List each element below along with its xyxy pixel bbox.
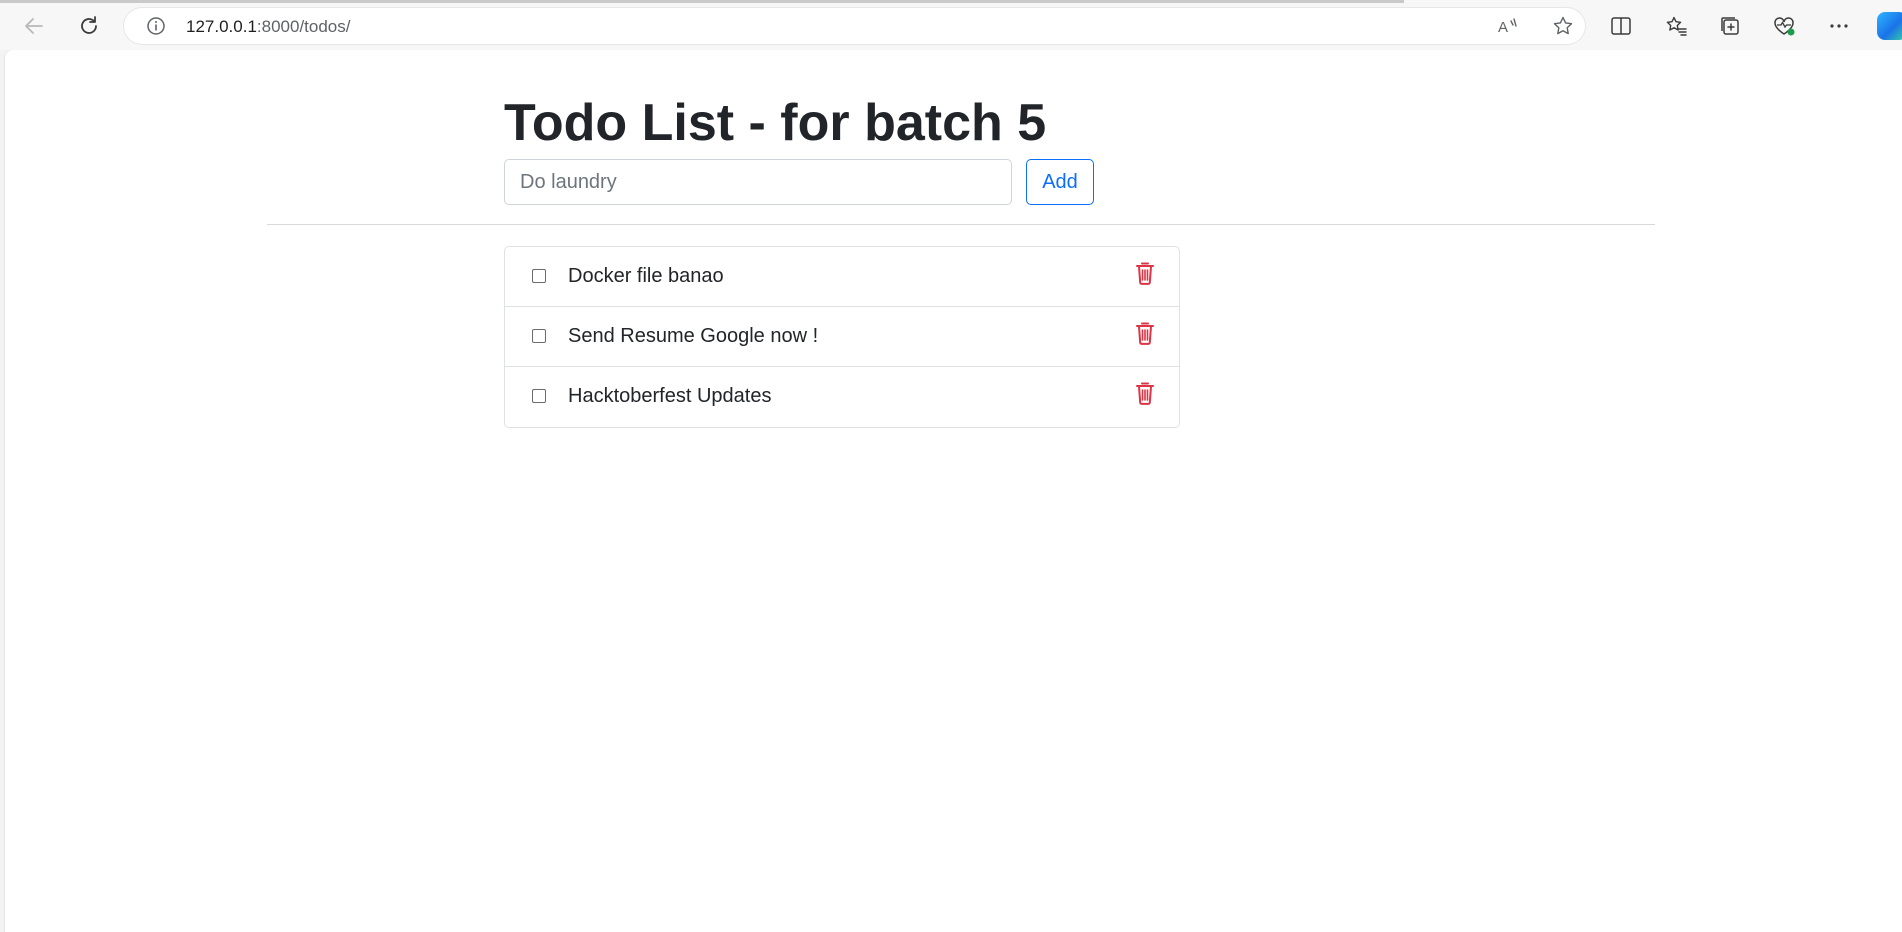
todo-list: Docker file banao Send Resume Google now… [504, 246, 1180, 428]
url-text[interactable]: 127.0.0.1:8000/todos/ [186, 17, 350, 37]
todo-text: Hacktoberfest Updates [568, 385, 772, 407]
favorite-star-icon[interactable] [1552, 15, 1574, 37]
collections-button[interactable] [1717, 13, 1743, 39]
trash-icon[interactable] [1135, 381, 1155, 405]
trash-icon[interactable] [1135, 261, 1155, 285]
read-aloud-icon[interactable]: A [1497, 15, 1519, 37]
svg-text:A: A [1498, 19, 1508, 36]
trash-icon[interactable] [1135, 321, 1155, 345]
favorites-button[interactable] [1663, 13, 1689, 39]
reload-button[interactable] [73, 10, 105, 42]
site-info-icon[interactable] [146, 16, 166, 36]
heart-pulse-icon [1774, 17, 1795, 36]
more-dots-icon [1830, 24, 1848, 28]
arrow-left-icon [25, 18, 43, 34]
todo-text: Send Resume Google now ! [568, 325, 819, 347]
copilot-icon[interactable] [1877, 12, 1902, 40]
page-title: Todo List - for batch 5 [504, 94, 1047, 152]
divider [267, 224, 1655, 225]
url-host: 127.0.0.1 [186, 17, 257, 36]
todo-checkbox[interactable] [532, 269, 546, 283]
settings-more-button[interactable] [1826, 13, 1852, 39]
url-path: :8000/todos/ [256, 17, 351, 36]
todo-item: Send Resume Google now ! [505, 307, 1179, 367]
browser-essentials-button[interactable] [1771, 13, 1797, 39]
todo-input[interactable] [504, 159, 1012, 205]
add-button[interactable]: Add [1026, 159, 1094, 205]
page-viewport: Todo List - for batch 5 Add Docker file … [5, 50, 1902, 932]
todo-item: Docker file banao [505, 247, 1179, 307]
page-load-bar [0, 0, 1404, 3]
browser-toolbar: 127.0.0.1:8000/todos/ A [0, 0, 1902, 50]
address-bar[interactable]: 127.0.0.1:8000/todos/ A [124, 8, 1585, 44]
split-screen-icon [1611, 17, 1631, 35]
todo-checkbox[interactable] [532, 329, 546, 343]
todo-item: Hacktoberfest Updates [505, 367, 1179, 427]
reload-icon [81, 16, 97, 34]
back-button[interactable] [18, 10, 50, 42]
collections-icon [1721, 17, 1739, 35]
todo-text: Docker file banao [568, 265, 724, 287]
favorites-icon [1666, 16, 1687, 36]
todo-checkbox[interactable] [532, 389, 546, 403]
split-screen-button[interactable] [1608, 13, 1634, 39]
